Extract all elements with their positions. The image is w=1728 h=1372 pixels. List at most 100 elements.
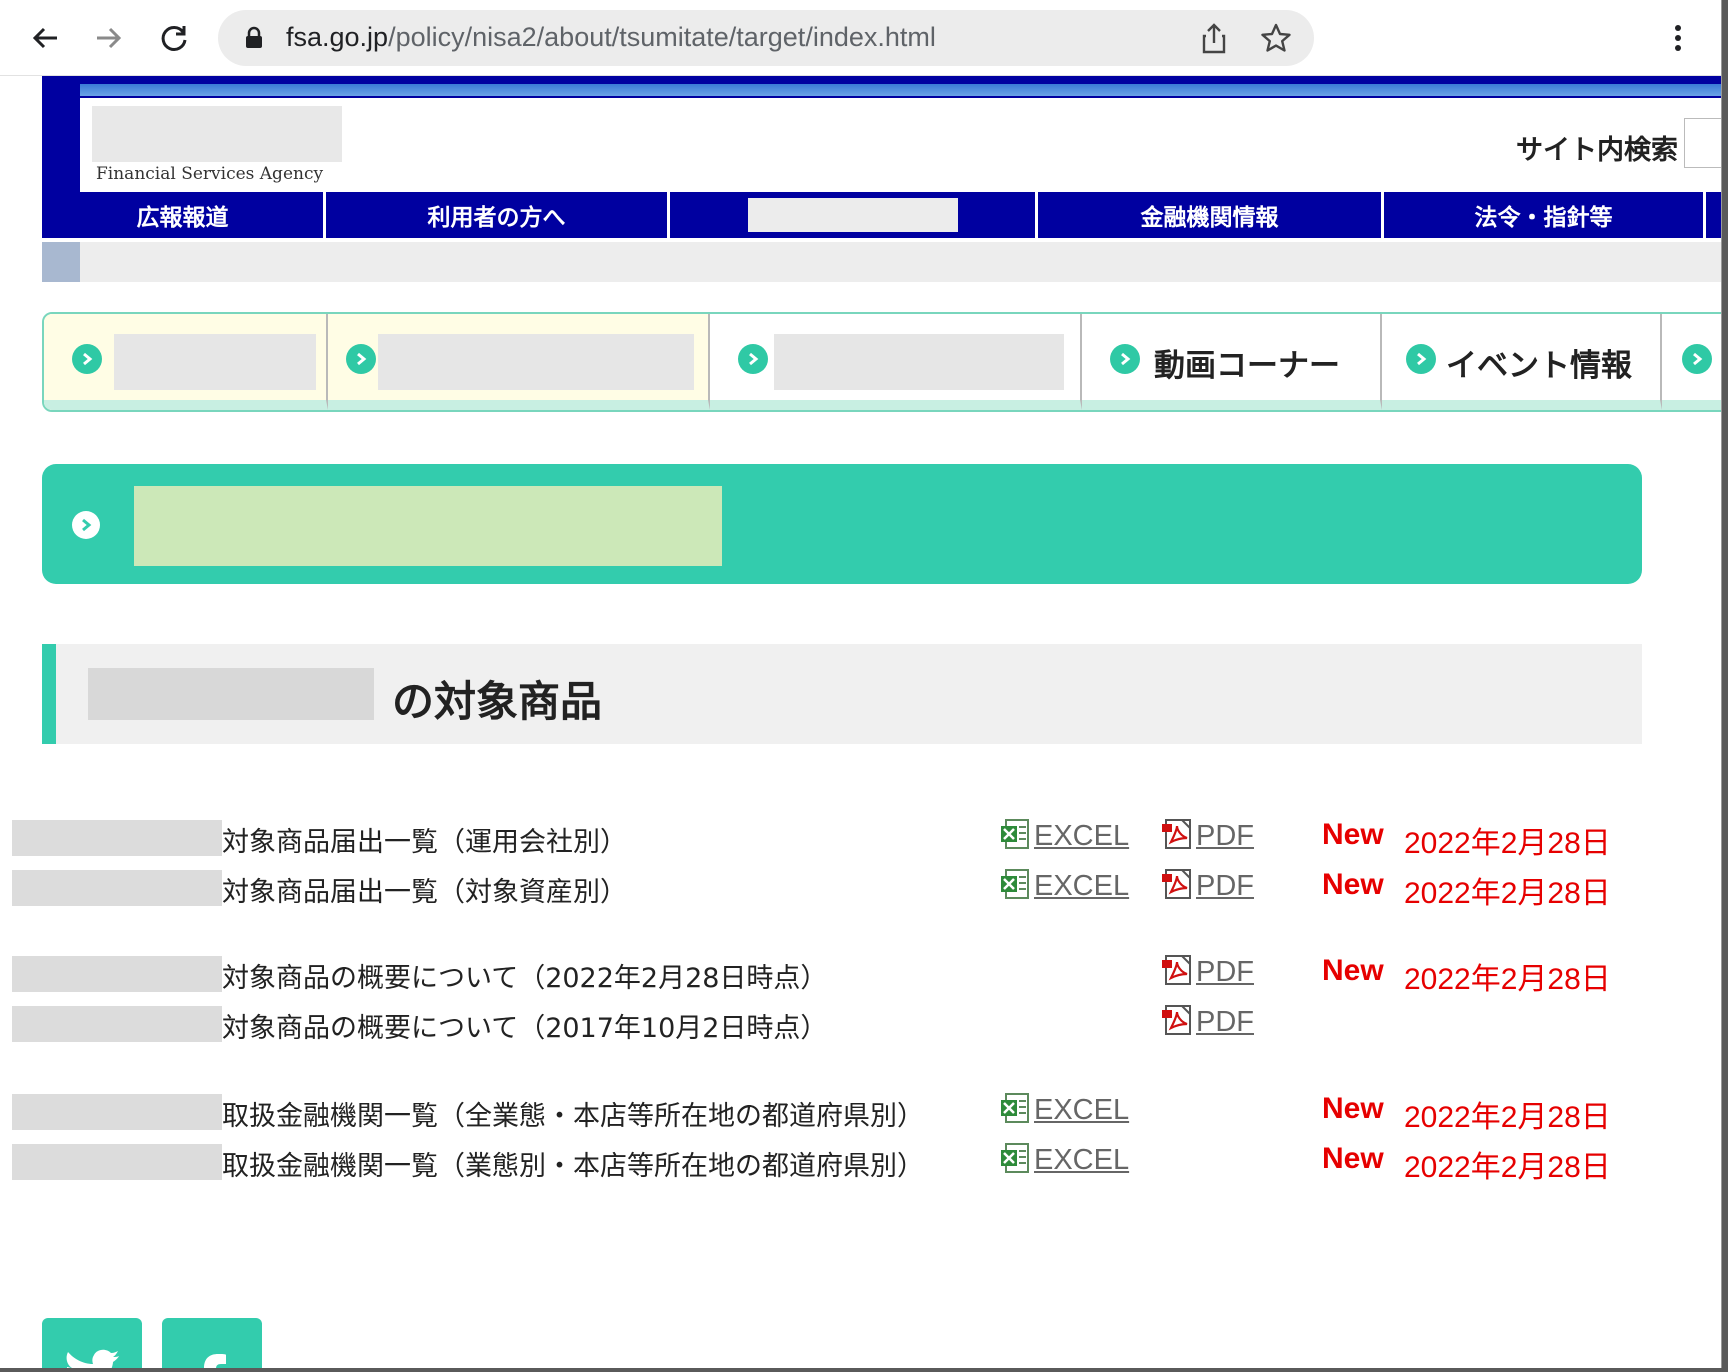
pdf-link-label[interactable]: PDF (1196, 1006, 1254, 1039)
new-badge: New (1322, 954, 1384, 987)
new-badge: New (1322, 868, 1384, 901)
excel-file-icon (1000, 818, 1030, 854)
excel-link[interactable]: EXCEL (1000, 1142, 1129, 1178)
sub-tabs: 動画コーナー イベント情報 (42, 312, 1721, 412)
redacted-block (12, 1094, 222, 1130)
update-date: 2022年2月28日 (1404, 877, 1611, 910)
twitter-button[interactable] (42, 1318, 142, 1368)
file-title: 対象商品の概要について（2017年10月2日時点） (222, 1013, 828, 1044)
url-text: fsa.go.jp/policy/nisa2/about/tsumitate/t… (286, 22, 936, 53)
chevron-right-icon (72, 344, 102, 374)
page-title: の対象商品 (392, 677, 603, 726)
sub-tab-label: 動画コーナー (1154, 348, 1340, 384)
gnav-item-laws[interactable]: 法令・指針等 (1384, 192, 1706, 238)
global-nav: 広報報道 利用者の方へ 金融機関情報 法令・指針等 (42, 192, 1721, 238)
section-heading: の対象商品 (42, 644, 1642, 744)
twitter-icon (66, 1349, 119, 1368)
browser-toolbar: fsa.go.jp/policy/nisa2/about/tsumitate/t… (0, 0, 1721, 76)
facebook-icon (204, 1354, 226, 1368)
update-date: 2022年2月28日 (1404, 1151, 1611, 1184)
pdf-link-label[interactable]: PDF (1196, 956, 1254, 989)
gnav-item-users[interactable]: 利用者の方へ (326, 192, 670, 238)
pdf-link[interactable]: PDF (1162, 1004, 1254, 1040)
pdf-link[interactable]: PDF (1162, 954, 1254, 990)
excel-link-label[interactable]: EXCEL (1034, 1094, 1129, 1127)
url-host: fsa.go.jp (286, 22, 389, 52)
sub-tab-label: イベント情報 (1446, 348, 1632, 384)
update-date: 2022年2月28日 (1404, 827, 1611, 860)
agency-name: Financial Services Agency (96, 164, 324, 184)
pdf-file-icon (1162, 868, 1192, 904)
excel-link[interactable]: EXCEL (1000, 868, 1129, 904)
sub-tab-events[interactable]: イベント情報 (1382, 314, 1662, 410)
browser-window: fsa.go.jp/policy/nisa2/about/tsumitate/t… (0, 0, 1722, 1368)
chevron-right-icon (1406, 344, 1436, 374)
share-icon[interactable] (1200, 22, 1228, 54)
new-badge: New (1322, 1142, 1384, 1175)
update-date: 2022年2月28日 (1404, 963, 1611, 996)
file-title: 対象商品の概要について（2022年2月28日時点） (222, 963, 828, 994)
redacted-block (114, 334, 316, 390)
redacted-block (774, 334, 1064, 390)
sub-tab-2[interactable] (328, 314, 710, 410)
gnav-label: 広報報道 (136, 205, 229, 231)
excel-link[interactable]: EXCEL (1000, 818, 1129, 854)
file-row: 対象商品届出一覧（対象資産別） EXCEL PDF New 2022年2月28日 (0, 864, 1721, 912)
breadcrumb (42, 242, 1721, 282)
excel-link[interactable]: EXCEL (1000, 1092, 1129, 1128)
bookmark-star-icon[interactable] (1260, 22, 1292, 54)
chevron-right-icon (72, 511, 100, 539)
gnav-item-redacted[interactable] (670, 192, 1038, 238)
site-logo[interactable] (92, 106, 342, 162)
excel-link-label[interactable]: EXCEL (1034, 870, 1129, 903)
pdf-link[interactable]: PDF (1162, 818, 1254, 854)
chevron-right-icon (738, 344, 768, 374)
back-button[interactable] (22, 14, 70, 62)
gnav-item-press[interactable]: 広報報道 (42, 192, 326, 238)
redacted-block (747, 198, 958, 232)
site-search-label: サイト内検索 (1516, 135, 1678, 166)
chevron-right-icon (1110, 344, 1140, 374)
file-row: 対象商品の概要について（2022年2月28日時点） PDF New 2022年2月28… (0, 950, 1721, 998)
forward-button[interactable] (84, 14, 132, 62)
pdf-link-label[interactable]: PDF (1196, 870, 1254, 903)
header-stripe (80, 84, 1721, 96)
sub-tab-video[interactable]: 動画コーナー (1082, 314, 1382, 410)
forward-arrow-icon (97, 27, 122, 49)
pdf-link[interactable]: PDF (1162, 868, 1254, 904)
site-search-input[interactable] (1684, 118, 1721, 168)
excel-link-label[interactable]: EXCEL (1034, 820, 1129, 853)
reload-icon (161, 25, 187, 51)
redacted-block (12, 1144, 222, 1180)
redacted-block (12, 956, 222, 992)
pdf-link-label[interactable]: PDF (1196, 820, 1254, 853)
sub-tab-1[interactable] (44, 314, 328, 410)
facebook-button[interactable] (162, 1318, 262, 1368)
chevron-right-icon (1682, 344, 1712, 374)
sub-tab-6[interactable] (1662, 314, 1721, 410)
excel-file-icon (1000, 1142, 1030, 1178)
reload-button[interactable] (150, 14, 198, 62)
redacted-block (378, 334, 694, 390)
breadcrumb-marker (42, 242, 80, 282)
address-bar[interactable]: fsa.go.jp/policy/nisa2/about/tsumitate/t… (218, 10, 1314, 66)
redacted-block (134, 486, 722, 566)
redacted-block (12, 820, 222, 856)
file-title: 対象商品届出一覧（対象資産別） (222, 877, 627, 908)
pdf-file-icon (1162, 818, 1192, 854)
file-row: 取扱金融機関一覧（全業態・本店等所在地の都道府県別） EXCEL New 2022年2… (0, 1088, 1721, 1136)
file-row: 取扱金融機関一覧（業態別・本店等所在地の都道府県別） EXCEL New 2022年2… (0, 1138, 1721, 1186)
chevron-right-icon (346, 344, 376, 374)
browser-menu-button[interactable] (1654, 14, 1702, 62)
redacted-block (12, 870, 222, 906)
pdf-file-icon (1162, 1004, 1192, 1040)
gnav-item-institutions[interactable]: 金融機関情報 (1038, 192, 1384, 238)
update-date: 2022年2月28日 (1404, 1101, 1611, 1134)
excel-link-label[interactable]: EXCEL (1034, 1144, 1129, 1177)
feature-banner[interactable] (42, 464, 1642, 584)
excel-file-icon (1000, 868, 1030, 904)
pdf-file-icon (1162, 954, 1192, 990)
gnav-label: 利用者の方へ (427, 205, 566, 231)
new-badge: New (1322, 818, 1384, 851)
sub-tab-3[interactable] (710, 314, 1082, 410)
